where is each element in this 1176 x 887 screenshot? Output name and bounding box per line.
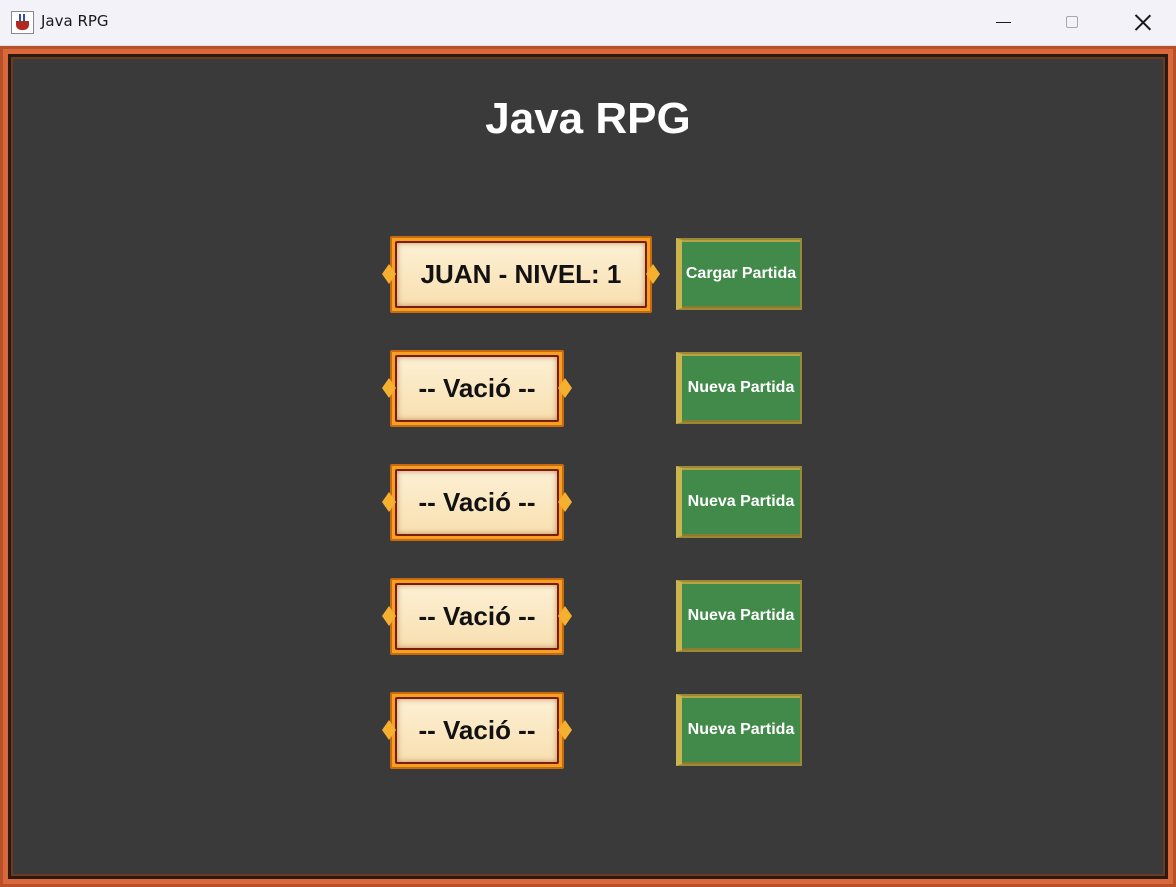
game-frame: Java RPG JUAN - NIVEL: 1 Cargar Partida …	[0, 46, 1176, 887]
maximize-icon	[1066, 16, 1078, 28]
close-button[interactable]	[1108, 0, 1176, 46]
save-slot-label: -- Vació --	[397, 471, 557, 534]
window-title: Java RPG	[41, 12, 109, 30]
close-icon	[1134, 13, 1152, 31]
new-game-button[interactable]: Nueva Partida	[676, 466, 802, 538]
title-bar[interactable]: Java RPG	[0, 0, 1176, 46]
save-slot-label: -- Vació --	[397, 585, 557, 648]
maximize-button[interactable]	[1038, 0, 1108, 46]
new-game-button[interactable]: Nueva Partida	[676, 694, 802, 766]
save-slot-label: JUAN - NIVEL: 1	[397, 243, 645, 306]
load-game-button[interactable]: Cargar Partida	[676, 238, 802, 310]
save-slot-plaque: -- Vació --	[390, 692, 564, 769]
new-game-button[interactable]: Nueva Partida	[676, 352, 802, 424]
save-slot-plaque: JUAN - NIVEL: 1	[390, 236, 652, 313]
java-app-icon	[11, 11, 34, 34]
save-slot-4: -- Vació --	[382, 578, 572, 655]
save-slot-3: -- Vació --	[382, 464, 572, 541]
app-window: Java RPG Java RPG JUAN - NIVEL: 1 Cargar…	[0, 0, 1176, 887]
save-slot-1: JUAN - NIVEL: 1	[382, 236, 660, 313]
save-slot-label: -- Vació --	[397, 699, 557, 762]
save-slot-2: -- Vació --	[382, 350, 572, 427]
minimize-button[interactable]	[968, 0, 1038, 46]
save-slot-plaque: -- Vació --	[390, 350, 564, 427]
save-slot-5: -- Vació --	[382, 692, 572, 769]
minimize-icon	[996, 22, 1011, 23]
save-slot-plaque: -- Vació --	[390, 578, 564, 655]
game-panel: Java RPG JUAN - NIVEL: 1 Cargar Partida …	[8, 54, 1168, 879]
save-slot-plaque: -- Vació --	[390, 464, 564, 541]
new-game-button[interactable]: Nueva Partida	[676, 580, 802, 652]
save-slot-label: -- Vació --	[397, 357, 557, 420]
game-title: Java RPG	[485, 94, 691, 143]
